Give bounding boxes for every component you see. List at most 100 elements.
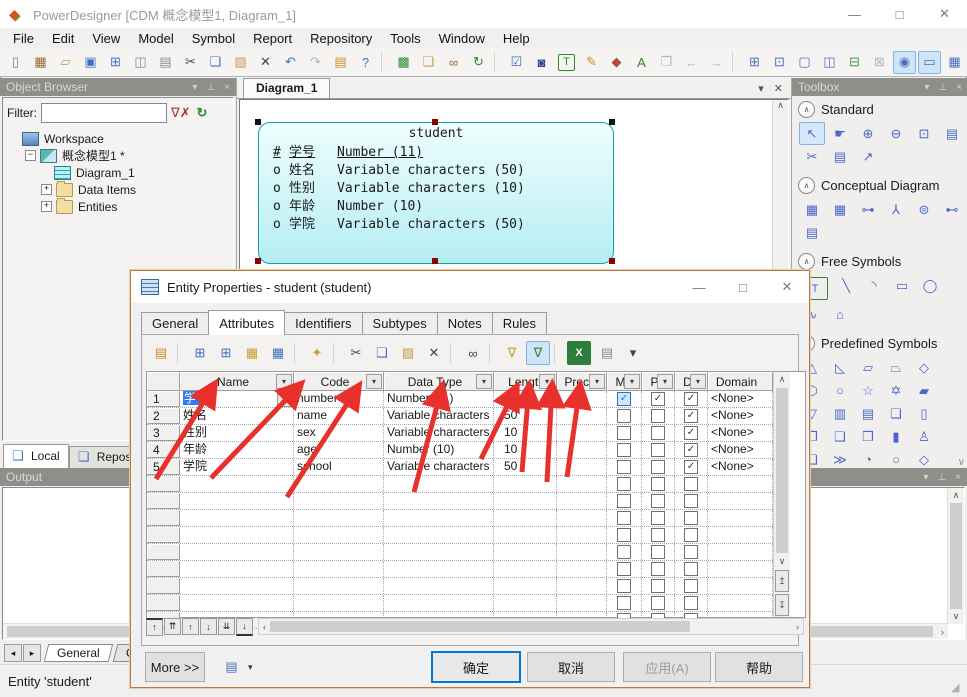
pentagon-icon[interactable]: ◇ (911, 448, 937, 470)
cell-name[interactable]: 性别 (180, 425, 294, 441)
copy-icon[interactable]: ❏ (204, 51, 227, 74)
selection-handle[interactable] (609, 119, 615, 125)
menu-report[interactable]: Report (244, 30, 301, 47)
cell-name[interactable]: 姓名 (180, 408, 294, 424)
selection-handle[interactable] (432, 119, 438, 125)
column-header-p[interactable]: P ▾ (642, 372, 675, 391)
checkbox[interactable] (617, 426, 631, 440)
cell-empty[interactable] (180, 493, 294, 509)
cell-displayed[interactable] (675, 476, 708, 492)
cell-displayed[interactable]: ✓ (675, 442, 708, 458)
entity-tool-icon[interactable]: ▦ (827, 198, 853, 221)
checkbox[interactable] (684, 528, 698, 542)
cell-primary[interactable] (642, 544, 675, 560)
table-vscrollbar[interactable]: ∧ ∨ ↥ ↧ (773, 372, 790, 617)
empty-row[interactable] (147, 561, 773, 578)
cell-empty[interactable] (557, 527, 607, 543)
empty-row[interactable] (147, 527, 773, 544)
cell-primary[interactable] (642, 527, 675, 543)
row-number[interactable] (147, 578, 180, 594)
column-header-d[interactable]: D ▾ (675, 372, 708, 391)
cell-empty[interactable] (557, 510, 607, 526)
cell-domain[interactable] (708, 476, 773, 492)
cell-displayed[interactable] (675, 510, 708, 526)
cell-empty[interactable] (494, 561, 557, 577)
expander-icon[interactable]: + (41, 201, 52, 212)
new-diagram-icon[interactable]: ▩ (392, 51, 415, 74)
tree-item-entities[interactable]: + Entities (3, 197, 233, 215)
folder-shape-icon[interactable]: ❏ (883, 402, 909, 425)
cell-empty[interactable] (557, 493, 607, 509)
cell-precision[interactable] (557, 442, 607, 458)
cell-empty[interactable] (494, 544, 557, 560)
tab-notes[interactable]: Notes (436, 312, 493, 335)
cell-displayed[interactable] (675, 561, 708, 577)
column-filter-dropdown[interactable]: ▾ (657, 374, 673, 389)
checkbox[interactable] (684, 562, 698, 576)
tree-item-data-items[interactable]: + Data Items (3, 180, 233, 198)
cell-code[interactable]: age (294, 442, 384, 458)
cell-primary[interactable] (642, 476, 675, 492)
row-number[interactable]: 1 (147, 391, 180, 407)
menu-model[interactable]: Model (129, 30, 182, 47)
cell-length[interactable]: 11 (494, 391, 557, 407)
cell-empty[interactable] (494, 510, 557, 526)
document-shape-icon[interactable]: ▯ (911, 402, 937, 425)
cell-empty[interactable] (557, 595, 607, 611)
checkbox[interactable] (651, 409, 665, 423)
column-filter-dropdown[interactable]: ▾ (366, 374, 382, 389)
checkbox[interactable]: ✓ (684, 409, 698, 423)
scroll-to-top-icon[interactable]: ↥ (775, 570, 789, 592)
cell-name[interactable]: 学号 = (180, 391, 294, 407)
insert-row-icon[interactable]: ⊞ (188, 341, 212, 365)
cell-empty[interactable] (180, 527, 294, 543)
toolbox-scroll-down-icon[interactable]: ∨ (958, 457, 965, 468)
cell-empty[interactable] (294, 578, 384, 594)
pin-icon[interactable]: ⊥ (206, 82, 215, 93)
help-book-icon[interactable]: ? (354, 51, 377, 74)
row-number[interactable]: 2 (147, 408, 180, 424)
output-vscrollbar[interactable]: ∧ ∨ (947, 488, 964, 624)
properties-tool-icon[interactable]: ▤ (939, 122, 965, 145)
cell-primary[interactable] (642, 459, 675, 475)
table-hscrollbar[interactable]: ‹ › (258, 618, 804, 635)
toolbox-section-free-symbols[interactable]: ∧ Free Symbols (792, 248, 967, 273)
ellipse-symbol-icon[interactable]: ◯ (917, 274, 943, 297)
cell-empty[interactable] (384, 476, 494, 492)
column-header-domain[interactable]: Domain (708, 372, 773, 391)
window-grabber-icon[interactable]: ⊡ (768, 51, 791, 74)
delete-icon[interactable]: ✕ (254, 51, 277, 74)
menu-repository[interactable]: Repository (301, 30, 381, 47)
column-filter-dropdown[interactable]: ▾ (624, 374, 640, 389)
cell-empty[interactable] (294, 493, 384, 509)
minimize-button[interactable]: — (832, 0, 877, 28)
cell-empty[interactable] (294, 476, 384, 492)
checkbox[interactable] (617, 562, 631, 576)
paste-icon[interactable]: ▨ (229, 51, 252, 74)
checkbox[interactable] (617, 528, 631, 542)
star5-icon[interactable]: ☆ (855, 379, 881, 402)
tab-identifiers[interactable]: Identifiers (284, 312, 363, 335)
selection-handle[interactable] (255, 258, 261, 264)
copy-icon[interactable]: ❏ (370, 341, 394, 365)
cell-domain[interactable]: <None> (708, 442, 773, 458)
chevrons-icon[interactable]: ≫ (827, 448, 853, 470)
relationship-tool-icon[interactable]: ⊶ (855, 198, 881, 221)
cell-displayed[interactable] (675, 578, 708, 594)
cell-empty[interactable] (180, 476, 294, 492)
fill-color-icon[interactable]: ◆ (605, 51, 628, 74)
checkbox[interactable] (651, 443, 665, 457)
cell-domain[interactable] (708, 578, 773, 594)
save-all-icon[interactable]: ⊞ (104, 51, 127, 74)
selection-handle[interactable] (609, 258, 615, 264)
toolbox-section-standard[interactable]: ∧ Standard (792, 96, 967, 121)
checkbox[interactable]: ✓ (684, 392, 698, 406)
move-up-icon[interactable]: ↑ (182, 618, 199, 635)
tab-general[interactable]: General (141, 312, 210, 335)
cell-empty[interactable] (384, 527, 494, 543)
cell-displayed[interactable]: ✓ (675, 459, 708, 475)
cell-length[interactable]: 50 (494, 459, 557, 475)
cell-domain[interactable]: <None> (708, 391, 773, 407)
cell-mandatory[interactable] (607, 544, 642, 560)
forward-icon[interactable]: → (705, 51, 728, 74)
